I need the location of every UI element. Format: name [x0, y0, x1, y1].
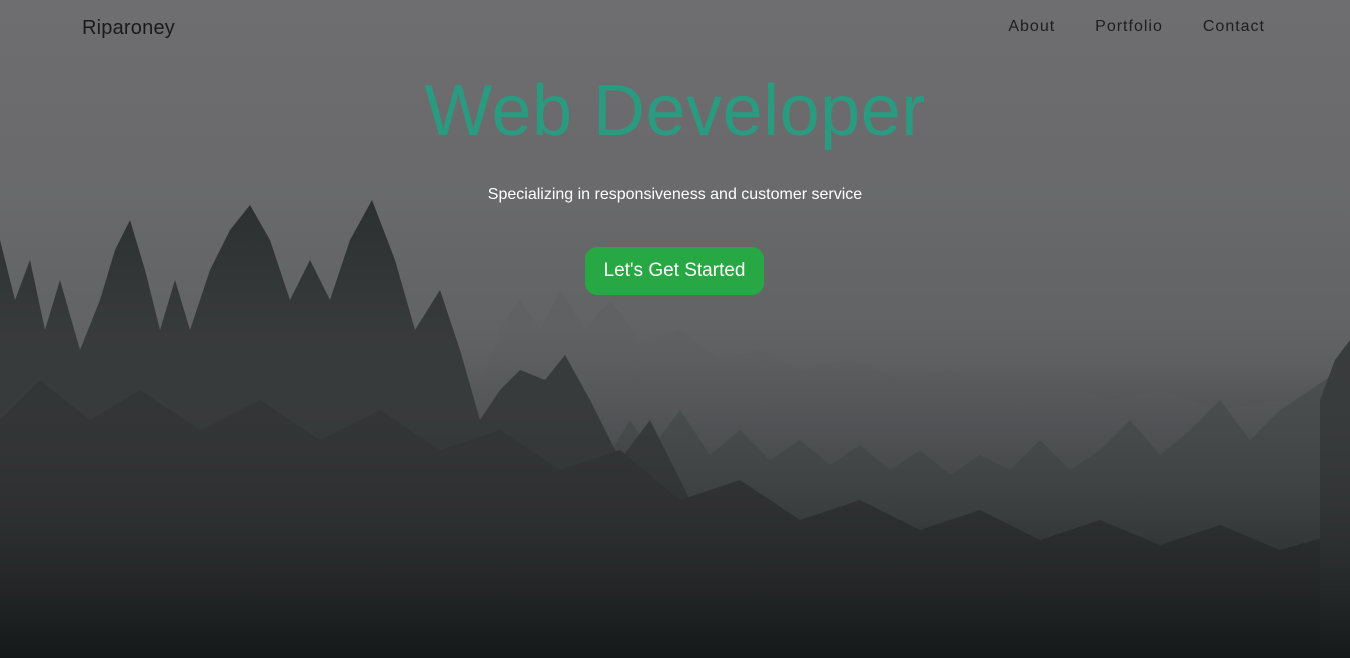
- hero-title: Web Developer: [424, 71, 926, 151]
- nav-links: About Portfolio Contact: [1008, 18, 1265, 36]
- top-navbar: Riparoney About Portfolio Contact: [0, 0, 1350, 58]
- nav-link-about[interactable]: About: [1008, 18, 1055, 36]
- nav-link-portfolio[interactable]: Portfolio: [1095, 18, 1163, 36]
- brand-logo-link[interactable]: Riparoney: [82, 17, 175, 40]
- get-started-button[interactable]: Let's Get Started: [585, 247, 764, 295]
- hero-section: Riparoney About Portfolio Contact Web De…: [0, 0, 1350, 658]
- nav-link-contact[interactable]: Contact: [1203, 18, 1265, 36]
- hero-subtitle: Specializing in responsiveness and custo…: [487, 186, 863, 203]
